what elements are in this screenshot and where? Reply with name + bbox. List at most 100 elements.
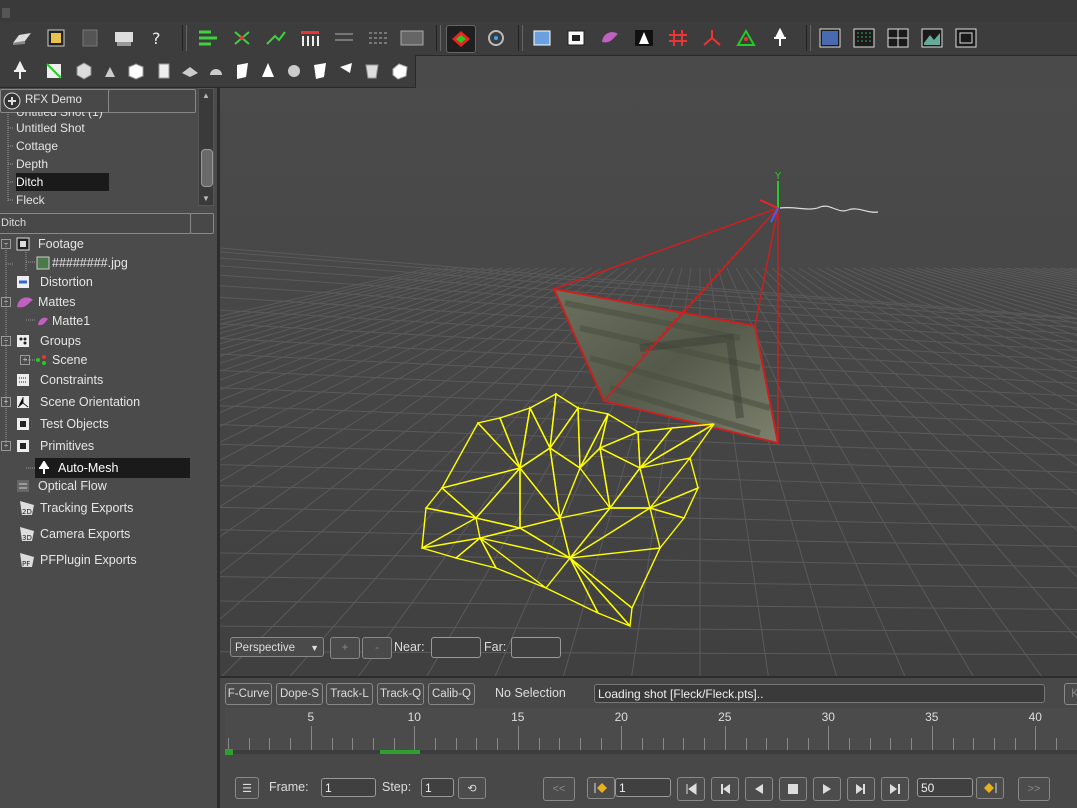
collapse-icon[interactable]: −	[1, 239, 11, 249]
cone-primitive-icon[interactable]	[256, 59, 280, 83]
camera-solve-icon[interactable]	[446, 25, 476, 53]
footage-icon[interactable]	[44, 26, 68, 50]
tree-node-auto-mesh-selected[interactable]: Auto-Mesh	[35, 458, 190, 478]
3d-viewport[interactable]: Y Perspective ▼ + - Near: Far:	[220, 88, 1077, 676]
collapse-icon[interactable]: −	[1, 336, 11, 346]
tree-node-label: Tracking Exports	[40, 501, 134, 515]
orbit-icon[interactable]	[484, 26, 508, 50]
orientation-icon	[17, 396, 29, 408]
view-mode-select[interactable]: Perspective ▼	[230, 637, 324, 657]
expand-icon[interactable]: +	[20, 355, 30, 365]
layout-single-icon[interactable]	[818, 26, 842, 50]
disabled-tool-icon[interactable]	[332, 26, 356, 50]
tree-shot-tab[interactable]: Ditch	[0, 213, 191, 234]
tree-options-tab[interactable]	[190, 213, 214, 234]
track-points-icon[interactable]	[230, 26, 254, 50]
export-icon[interactable]	[112, 26, 136, 50]
project-tab[interactable]: RFX Demo	[0, 89, 110, 113]
jump-back-button[interactable]: <<	[543, 777, 575, 801]
pin-primitive-icon[interactable]	[8, 59, 32, 83]
scroll-thumb[interactable]	[201, 149, 213, 187]
axis-icon[interactable]	[700, 26, 724, 50]
far-input[interactable]	[511, 637, 561, 658]
matte-tool-icon[interactable]	[598, 26, 622, 50]
shot-item[interactable]: Depth	[16, 155, 48, 173]
shot-list-scrollbar[interactable]: ▲ ▼	[198, 88, 214, 206]
remove-view-button[interactable]: -	[362, 637, 392, 659]
step-forward-icon[interactable]	[847, 777, 875, 801]
extra-panel-button[interactable]: K	[1064, 683, 1077, 705]
collapse-icon[interactable]: −	[1, 441, 11, 451]
expand-icon[interactable]: +	[1, 397, 11, 407]
window-control[interactable]	[2, 8, 10, 18]
card-primitive-icon[interactable]	[230, 59, 254, 83]
tree-node-label: Scene	[52, 353, 88, 367]
filter-tracks-icon[interactable]	[298, 26, 322, 50]
cylinder-primitive-icon[interactable]	[152, 59, 176, 83]
set-end-keyframe-icon[interactable]	[976, 777, 1004, 799]
grid-overlay-icon[interactable]	[666, 26, 690, 50]
loop-icon[interactable]: ⟲	[458, 777, 486, 799]
dope-sheet-button[interactable]: Dope-S	[276, 683, 323, 705]
start-frame-input[interactable]: 1	[615, 778, 671, 797]
layout-image-icon[interactable]	[920, 26, 944, 50]
flag-primitive-icon[interactable]	[334, 59, 358, 83]
layout-fullscreen-icon[interactable]	[954, 26, 978, 50]
track-list-button[interactable]: Track-L	[326, 683, 373, 705]
track-quality-button[interactable]: Track-Q	[377, 683, 424, 705]
step-input[interactable]: 1	[421, 778, 454, 797]
scroll-down-icon[interactable]: ▼	[202, 194, 210, 203]
bucket-primitive-icon[interactable]	[360, 59, 384, 83]
scene-tool-icon[interactable]	[734, 26, 758, 50]
triangle-primitive-icon[interactable]	[98, 59, 122, 83]
tree-node-label: Auto-Mesh	[58, 461, 119, 475]
go-to-end-icon[interactable]	[881, 777, 909, 801]
grid-plane-primitive-icon[interactable]	[178, 59, 202, 83]
timeline-options-icon[interactable]: ☰	[235, 777, 259, 799]
sphere-primitive-icon[interactable]	[282, 59, 306, 83]
help-icon[interactable]: ?	[146, 26, 170, 50]
shot-item-selected[interactable]: Ditch	[16, 173, 109, 191]
frame-view-icon[interactable]	[564, 26, 588, 50]
frame-label: Frame:	[269, 780, 309, 794]
primitive-tool-icon[interactable]	[768, 26, 792, 50]
stop-icon[interactable]	[779, 777, 807, 801]
auto-track-icon[interactable]	[264, 26, 288, 50]
calib-quality-button[interactable]: Calib-Q	[428, 683, 475, 705]
viewport-canvas[interactable]: Y	[220, 88, 1077, 676]
near-input[interactable]	[431, 637, 481, 658]
scroll-up-icon[interactable]: ▲	[202, 91, 210, 100]
layout-data-icon[interactable]	[852, 26, 876, 50]
shot-item[interactable]: Untitled Shot	[16, 119, 85, 137]
play-forward-icon[interactable]	[813, 777, 841, 801]
go-to-start-icon[interactable]	[677, 777, 705, 801]
jump-forward-button[interactable]: >>	[1018, 777, 1050, 801]
fcurve-button[interactable]: F-Curve	[225, 683, 272, 705]
step-back-icon[interactable]	[711, 777, 739, 801]
grid-tool-icon[interactable]	[366, 26, 390, 50]
frame-input[interactable]: 1	[321, 778, 376, 797]
dome-primitive-icon[interactable]	[204, 59, 228, 83]
layout-quad-icon[interactable]	[886, 26, 910, 50]
open-project-icon[interactable]	[10, 26, 34, 50]
mesh-primitive-icon[interactable]	[72, 59, 96, 83]
rock-primitive-icon[interactable]	[388, 59, 412, 83]
quad-primitive-icon[interactable]	[308, 59, 332, 83]
mesh-tool-icon[interactable]	[632, 26, 656, 50]
cube-primitive-icon[interactable]	[124, 59, 148, 83]
collapse-icon[interactable]: −	[1, 297, 11, 307]
cube-view-icon[interactable]	[530, 26, 554, 50]
shot-item[interactable]: Fleck	[16, 191, 45, 208]
set-start-keyframe-icon[interactable]	[587, 777, 615, 799]
plane-primitive-icon[interactable]	[42, 59, 66, 83]
frame-ruler[interactable]: 5 10 15 20 25 30 35 40	[225, 708, 1077, 755]
shot-filter-tab[interactable]	[108, 89, 196, 113]
add-view-button[interactable]: +	[330, 637, 360, 659]
track-icon[interactable]	[196, 26, 220, 50]
image-view-icon[interactable]	[400, 26, 424, 50]
shot-item[interactable]: Cottage	[16, 137, 58, 155]
end-frame-input[interactable]: 50	[917, 778, 973, 797]
clip-icon[interactable]	[78, 26, 102, 50]
play-backward-icon[interactable]	[745, 777, 773, 801]
current-frame-marker[interactable]	[225, 749, 233, 755]
